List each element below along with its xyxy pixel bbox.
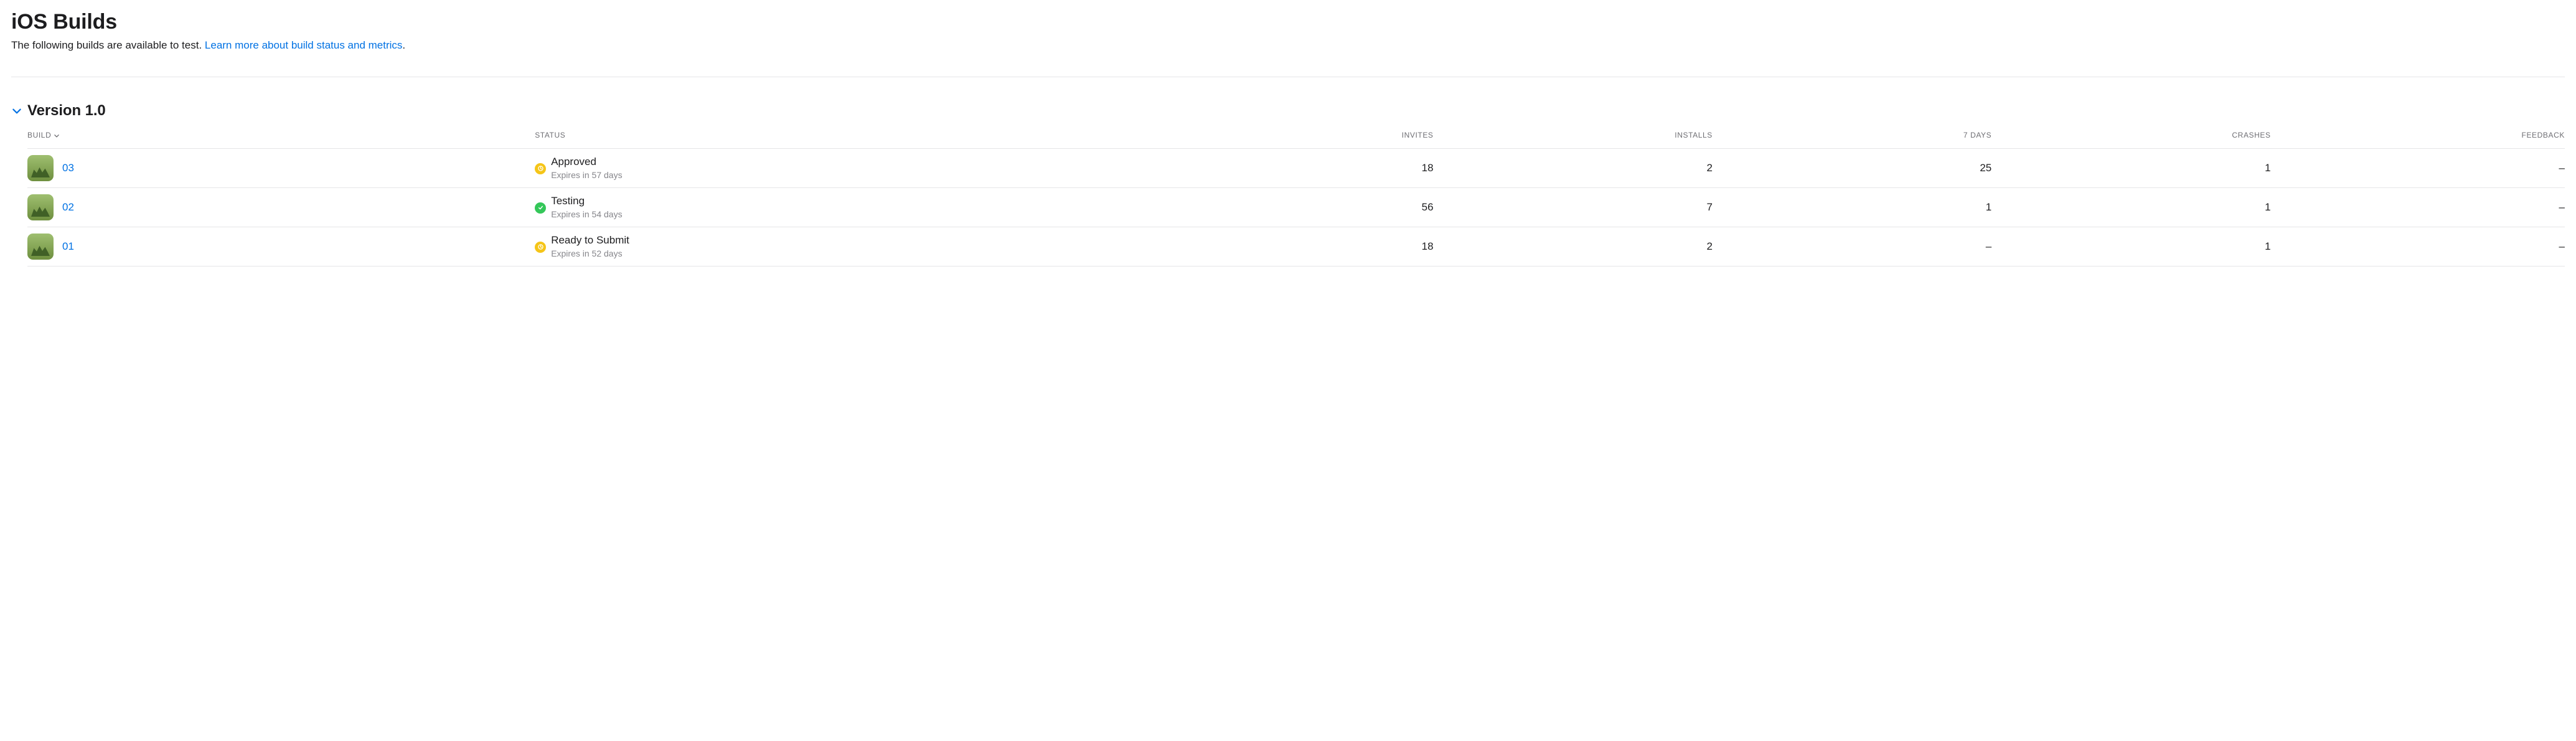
build-number-link[interactable]: 02: [62, 201, 74, 214]
status-expiry: Expires in 52 days: [551, 248, 629, 259]
crashes-value: 1: [2006, 149, 2285, 188]
installs-value: 7: [1449, 188, 1728, 227]
status-label: Ready to Submit: [551, 234, 629, 247]
table-header-row: BUILD STATUS INVITES INSTALLS 7 DAYS CRA…: [27, 131, 2565, 149]
status-label: Approved: [551, 155, 622, 169]
status-expiry: Expires in 54 days: [551, 209, 622, 220]
column-header-invites: INVITES: [1169, 131, 1448, 149]
column-header-installs: INSTALLS: [1449, 131, 1728, 149]
subtitle-suffix: .: [402, 39, 405, 51]
table-row: 02 Testing Expires in 54 days 56 7 1 1 –: [27, 188, 2565, 227]
feedback-value: –: [2286, 227, 2565, 267]
app-icon: [27, 234, 54, 260]
chevron-down-icon: [54, 132, 60, 138]
column-header-status: STATUS: [535, 131, 1169, 149]
build-number-link[interactable]: 03: [62, 162, 74, 174]
crashes-value: 1: [2006, 227, 2285, 267]
version-title: Version 1.0: [27, 102, 106, 120]
installs-value: 2: [1449, 227, 1728, 267]
builds-table: BUILD STATUS INVITES INSTALLS 7 DAYS CRA…: [27, 131, 2565, 267]
app-icon: [27, 194, 54, 220]
table-row: 01 Ready to Submit Expires in 52 days 18…: [27, 227, 2565, 267]
status-label: Testing: [551, 194, 622, 208]
invites-value: 18: [1169, 227, 1448, 267]
subtitle-text: The following builds are available to te…: [11, 39, 205, 51]
page-subtitle: The following builds are available to te…: [11, 39, 2565, 52]
column-header-7days: 7 DAYS: [1728, 131, 2006, 149]
app-icon: [27, 155, 54, 181]
table-row: 03 Approved Expires in 57 days 18 2 25 1…: [27, 149, 2565, 188]
invites-value: 56: [1169, 188, 1448, 227]
column-header-build-label: BUILD: [27, 131, 51, 139]
page-title: iOS Builds: [11, 10, 2565, 34]
clock-icon: [535, 242, 546, 253]
crashes-value: 1: [2006, 188, 2285, 227]
column-header-crashes: CRASHES: [2006, 131, 2285, 149]
check-icon: [535, 202, 546, 214]
version-header[interactable]: Version 1.0: [11, 102, 2565, 120]
learn-more-link[interactable]: Learn more about build status and metric…: [205, 39, 403, 51]
feedback-value: –: [2286, 149, 2565, 188]
invites-value: 18: [1169, 149, 1448, 188]
clock-icon: [535, 163, 546, 174]
installs-value: 2: [1449, 149, 1728, 188]
build-number-link[interactable]: 01: [62, 240, 74, 253]
feedback-value: –: [2286, 188, 2565, 227]
column-header-build[interactable]: BUILD: [27, 131, 535, 149]
seven-days-value: –: [1728, 227, 2006, 267]
seven-days-value: 1: [1728, 188, 2006, 227]
status-expiry: Expires in 57 days: [551, 169, 622, 181]
chevron-down-icon: [11, 105, 22, 116]
seven-days-value: 25: [1728, 149, 2006, 188]
column-header-feedback: FEEDBACK: [2286, 131, 2565, 149]
